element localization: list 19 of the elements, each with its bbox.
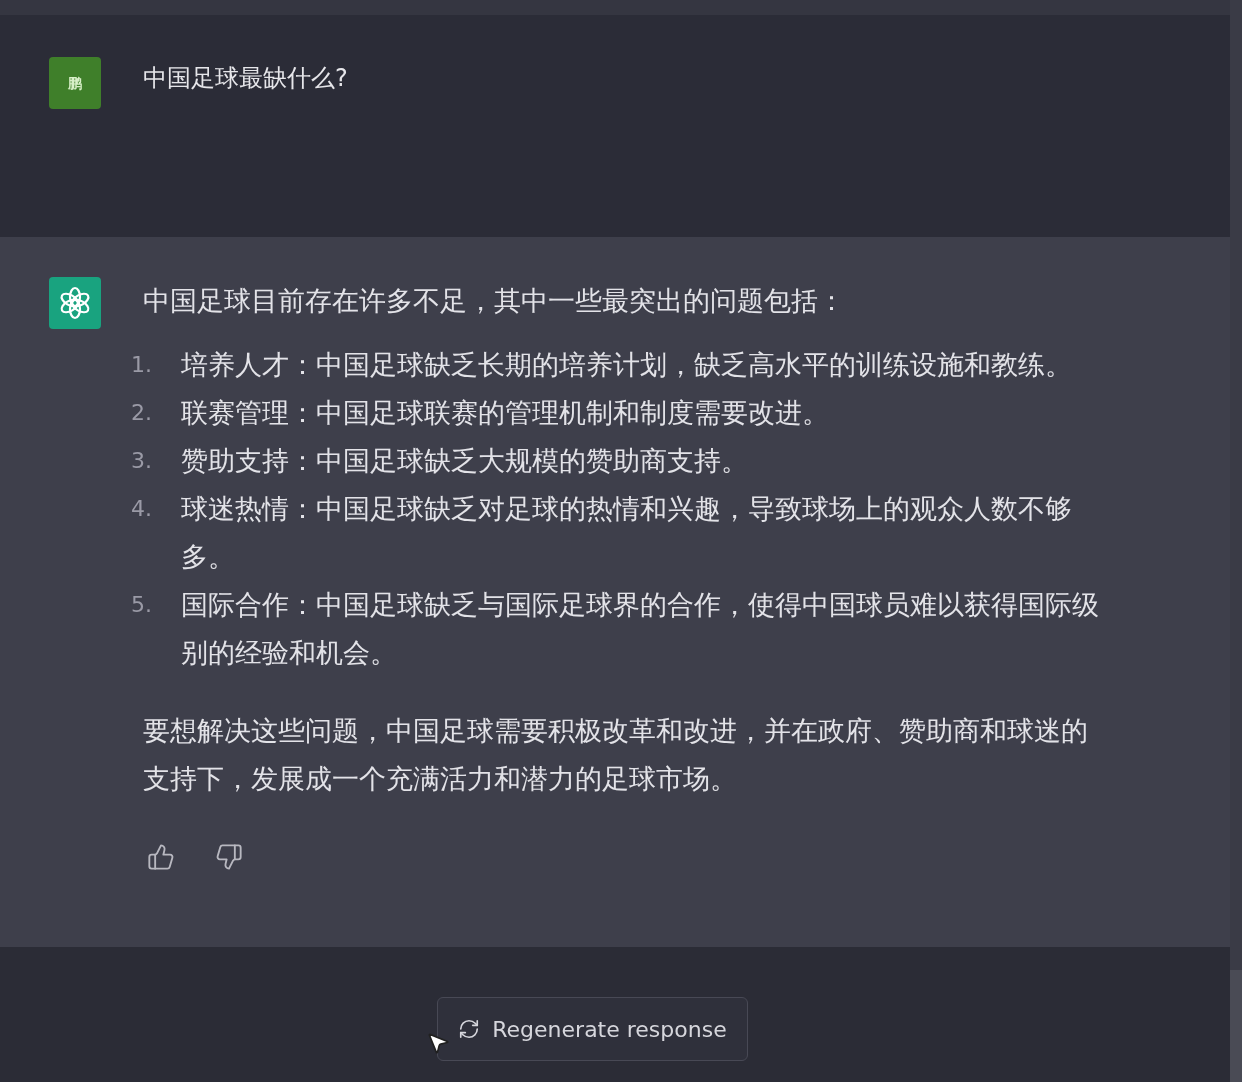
list-number: 1. xyxy=(131,351,153,379)
thumbs-up-icon[interactable] xyxy=(147,843,175,871)
list-number: 2. xyxy=(131,399,153,427)
regenerate-button[interactable]: Regenerate response xyxy=(437,997,748,1061)
list-item: 国际合作：中国足球缺乏与国际足球界的合作，使得中国球员难以获得国际级别的经验和机会。 xyxy=(181,588,1100,670)
list-item: 联赛管理：中国足球联赛的管理机制和制度需要改进。 xyxy=(181,396,830,430)
thumbs-down-icon[interactable] xyxy=(215,843,243,871)
assistant-intro: 中国足球目前存在许多不足，其中一些最突出的问题包括： xyxy=(143,284,846,318)
list-item: 球迷热情：中国足球缺乏对足球的热情和兴趣，导致球场上的观众人数不够多。 xyxy=(181,492,1073,574)
list-item: 赞助支持：中国足球缺乏大规模的赞助商支持。 xyxy=(181,444,749,478)
list-item: 培养人才：中国足球缺乏长期的培养计划，缺乏高水平的训练设施和教练。 xyxy=(181,348,1073,382)
user-avatar: 鹏 xyxy=(49,57,101,109)
scrollbar-thumb[interactable] xyxy=(1230,970,1242,1082)
refresh-icon xyxy=(458,1018,481,1040)
assistant-conclusion: 要想解决这些问题，中国足球需要积极改革和改进，并在政府、赞助商和球迷的支持下，发展成一个充满活力和潜力的足球市场。 xyxy=(143,714,1089,796)
list-number: 4. xyxy=(131,495,153,523)
user-message: 中国足球最缺什么? xyxy=(143,63,348,94)
list-number: 3. xyxy=(131,447,153,475)
list-number: 5. xyxy=(131,591,153,619)
